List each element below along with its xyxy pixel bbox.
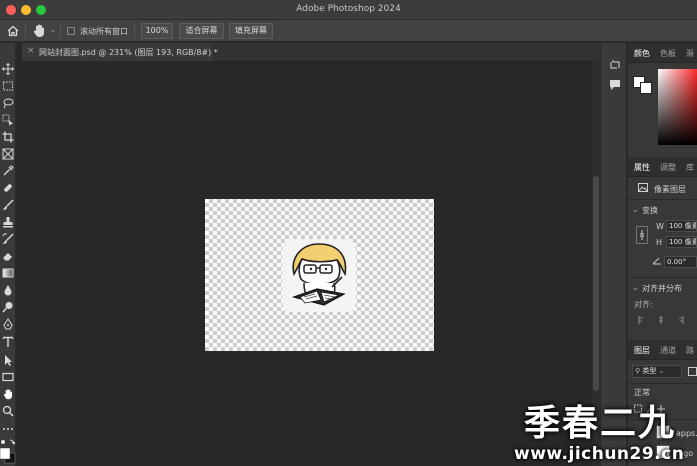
move-tool-icon[interactable] — [2, 63, 14, 75]
scroll-all-windows-label: 滚动所有窗口 — [80, 27, 128, 36]
chevron-down-icon[interactable]: ⌄ — [632, 283, 639, 292]
document-tab[interactable]: × 网站封面图.psd @ 231% (图层 193, RGB/8#) * — [22, 43, 218, 61]
fill-screen-button[interactable]: 填充屏幕 — [229, 23, 273, 39]
options-bar: ⌄ 滚动所有窗口 100% 适合屏幕 填充屏幕 — [0, 20, 697, 42]
eraser-tool-icon[interactable] — [2, 250, 14, 262]
align-label: 对齐: — [634, 300, 653, 309]
brush-tool-icon[interactable] — [2, 199, 14, 211]
watermark-url: www.jichun29.cn — [514, 444, 685, 464]
cartoon-girl-reading-image — [291, 243, 347, 306]
tab-paths[interactable]: 路 — [686, 345, 694, 356]
layer-name[interactable]: apps. — [676, 429, 697, 438]
divider — [628, 277, 697, 278]
foreground-background-color-icon[interactable] — [0, 439, 16, 466]
tab-color[interactable]: 颜色 — [634, 48, 650, 59]
close-tab-icon[interactable]: × — [27, 46, 35, 56]
clone-stamp-tool-icon[interactable] — [2, 216, 14, 228]
document-canvas[interactable] — [205, 199, 434, 351]
angle-icon — [652, 257, 661, 265]
tab-channels[interactable]: 通道 — [660, 345, 676, 356]
history-panel-icon[interactable] — [609, 59, 621, 71]
home-icon[interactable] — [6, 24, 20, 38]
more-tools-icon[interactable] — [2, 423, 14, 435]
scrollbar-thumb[interactable] — [593, 176, 599, 391]
title-bar: Adobe Photoshop 2024 — [0, 0, 697, 20]
background-color-swatch[interactable] — [640, 82, 652, 94]
width-label: W — [656, 222, 664, 231]
transform-header: 变换 — [642, 206, 658, 215]
scroll-all-windows-checkbox[interactable] — [67, 27, 75, 35]
comments-panel-icon[interactable] — [609, 79, 621, 91]
layer-filter-kind: 类型 — [642, 367, 657, 375]
color-panel-tabs: 颜色 色板 渐 — [628, 43, 697, 63]
tab-gradients[interactable]: 渐 — [686, 48, 694, 59]
chevron-down-icon[interactable]: ⌄ — [50, 26, 56, 34]
type-tool-icon[interactable] — [2, 336, 14, 348]
height-label: H — [656, 238, 663, 247]
tab-adjustments[interactable]: 调整 — [660, 162, 676, 173]
chevron-down-icon[interactable]: ⌄ — [632, 205, 639, 214]
layer-filter-select[interactable]: ⚲ 类型 ⌄ — [632, 365, 682, 378]
divider — [134, 24, 135, 38]
tools-panel — [0, 43, 16, 466]
rectangle-tool-icon[interactable] — [2, 371, 14, 383]
zoom-tool-icon[interactable] — [2, 405, 14, 417]
tab-layers[interactable]: 图层 — [634, 345, 650, 356]
chevron-down-icon: ⌄ — [658, 367, 665, 375]
divider — [628, 199, 697, 200]
eyedropper-tool-icon[interactable] — [2, 165, 14, 177]
frame-tool-icon[interactable] — [2, 148, 14, 160]
object-selection-tool-icon[interactable] — [2, 114, 14, 126]
layer-type-label: 像素图层 — [654, 185, 686, 194]
layers-panel-tabs: 图层 通道 路 — [628, 340, 697, 360]
hand-tool-icon[interactable] — [2, 388, 14, 400]
hand-tool-icon[interactable] — [32, 23, 46, 38]
marquee-tool-icon[interactable] — [2, 80, 14, 92]
pen-tool-icon[interactable] — [2, 318, 14, 330]
history-brush-tool-icon[interactable] — [2, 233, 14, 245]
color-picker-field[interactable] — [658, 69, 697, 145]
height-input[interactable]: 100 像素 — [666, 236, 697, 248]
align-buttons-icon[interactable] — [636, 315, 696, 325]
image-filter-icon[interactable] — [688, 367, 697, 376]
gradient-tool-icon[interactable] — [2, 267, 14, 279]
fit-screen-button[interactable]: 适合屏幕 — [179, 23, 224, 39]
document-tab-label: 网站封面图.psd @ 231% (图层 193, RGB/8#) * — [39, 48, 218, 57]
window-title: Adobe Photoshop 2024 — [296, 4, 401, 14]
path-selection-tool-icon[interactable] — [2, 354, 14, 366]
pixel-layer-icon — [638, 183, 648, 192]
zoom-100-button[interactable]: 100% — [141, 23, 173, 39]
angle-input[interactable]: 0.00° — [664, 256, 697, 268]
link-icon[interactable] — [636, 226, 648, 244]
sticker-background — [282, 239, 356, 312]
properties-panel-tabs: 属性 调整 库 — [628, 157, 697, 177]
document-tab-bar: × 网站封面图.psd @ 231% (图层 193, RGB/8#) * — [22, 43, 600, 61]
watermark-chinese: 季春二九 — [524, 403, 677, 444]
tab-properties[interactable]: 属性 — [634, 162, 650, 173]
divider — [628, 383, 697, 384]
lasso-tool-icon[interactable] — [2, 97, 14, 109]
divider — [60, 24, 61, 38]
width-input[interactable]: 100 像素 — [666, 220, 697, 232]
search-icon: ⚲ — [635, 367, 641, 375]
crop-tool-icon[interactable] — [2, 131, 14, 143]
blur-tool-icon[interactable] — [2, 284, 14, 296]
tab-libraries[interactable]: 库 — [686, 162, 694, 173]
tab-swatches[interactable]: 色板 — [660, 48, 676, 59]
divider — [25, 24, 26, 38]
canvas-workspace[interactable] — [16, 61, 598, 466]
healing-brush-tool-icon[interactable] — [2, 182, 14, 194]
dodge-tool-icon[interactable] — [2, 301, 14, 313]
align-distribute-header: 对齐并分布 — [642, 284, 682, 293]
